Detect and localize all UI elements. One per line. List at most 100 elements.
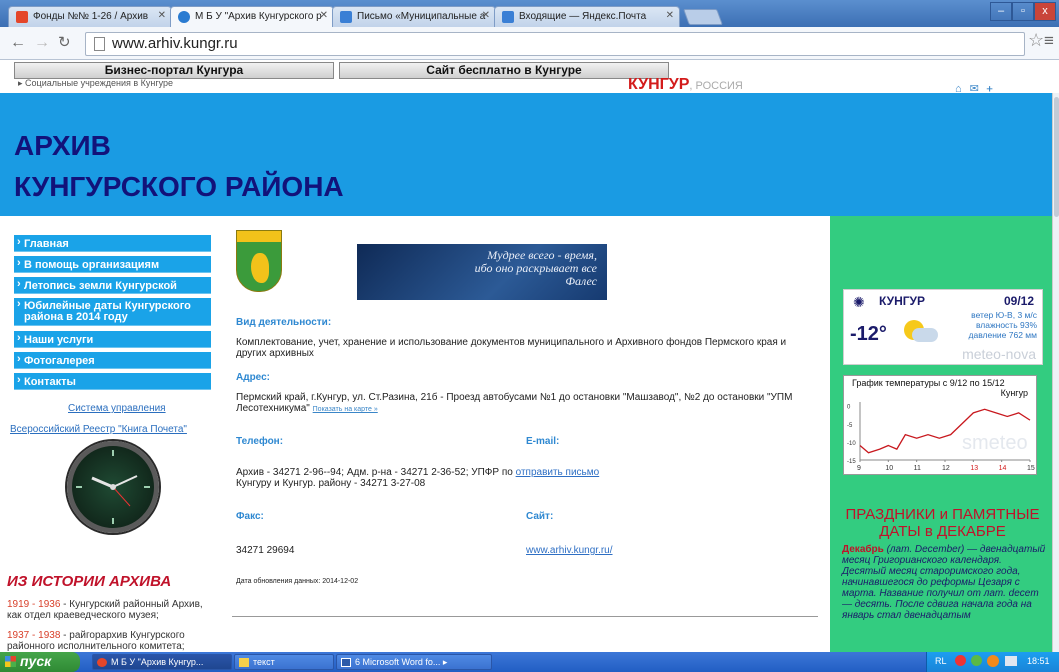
- site-label: Сайт:: [526, 511, 554, 522]
- site-link[interactable]: www.arhiv.kungr.ru/: [526, 545, 613, 556]
- tab-label: Входящие — Яндекс.Почта: [519, 11, 647, 22]
- fax-label: Факс:: [236, 511, 264, 522]
- temperature-graph[interactable]: График температуры с 9/12 по 15/12 Кунгу…: [843, 375, 1037, 475]
- site-title-line2: КУНГУРСКОГО РАЙОНА: [14, 171, 344, 202]
- fax-value: 34271 29694: [236, 545, 295, 556]
- task-label: 6 Microsoft Word fo...: [355, 657, 441, 667]
- task-folder[interactable]: текст: [234, 654, 334, 670]
- coat-of-arms-icon: [236, 230, 282, 292]
- address-label: Адрес:: [236, 372, 270, 383]
- task-label: М Б У "Архив Кунгур...: [111, 657, 204, 667]
- site-title-line1: АРХИВ: [14, 130, 111, 161]
- update-date: Дата обновления данных: 2014-12-02: [236, 578, 359, 585]
- graph-x-tick-label: 11: [914, 465, 921, 472]
- graph-y-tick-label: 0: [847, 405, 851, 411]
- breadcrumb[interactable]: ▸ Социальные учреждения в Кунгуре: [18, 78, 173, 89]
- graph-x-tick-label: 12: [942, 465, 950, 472]
- tab-label: Письмо «Муниципальные а: [357, 11, 486, 22]
- clock-time: 18:51: [1027, 656, 1050, 666]
- site-topbar: Бизнес-портал Кунгура Сайт бесплатно в К…: [0, 60, 1059, 95]
- monitor-icon[interactable]: [1005, 656, 1017, 666]
- nav-item-home[interactable]: Главная: [14, 235, 211, 252]
- back-arrow-icon[interactable]: ←: [10, 34, 26, 52]
- holidays-body: (лат. December) — двенадцатый месяц Григ…: [842, 544, 1046, 621]
- bookmark-star-icon[interactable]: ☆: [1028, 30, 1044, 51]
- tab-archive[interactable]: М Б У "Архив Кунгурского р ✕: [170, 6, 334, 28]
- holidays-title: ПРАЗДНИКИ и ПАМЯТНЫЕ ДАТЫ в ДЕКАБРЕ: [845, 506, 1040, 540]
- os-taskbar: пуск М Б У "Архив Кунгур... текст 6 Micr…: [0, 652, 1059, 672]
- word-icon: [341, 658, 351, 667]
- close-icon[interactable]: ✕: [158, 10, 166, 21]
- send-mail-link[interactable]: отправить письмо: [516, 467, 600, 478]
- weather-brand: meteo-nova: [962, 346, 1036, 362]
- nav-item-anniversaries[interactable]: Юбилейные даты Кунгурского района в 2014…: [14, 298, 211, 326]
- close-icon[interactable]: ✕: [320, 10, 328, 21]
- nav-item-services[interactable]: Наши услуги: [14, 331, 211, 348]
- tab-inbox[interactable]: Входящие — Яндекс.Почта ✕: [494, 6, 680, 27]
- menu-icon[interactable]: ≡: [1044, 31, 1054, 51]
- email-label: E-mail:: [526, 436, 560, 447]
- tab-favicon: [178, 11, 190, 23]
- close-icon[interactable]: ✕: [482, 10, 490, 21]
- task-word[interactable]: 6 Microsoft Word fo... ▸: [336, 654, 492, 670]
- reload-icon[interactable]: ↻: [58, 34, 71, 52]
- show-map-link[interactable]: Показать на карте »: [313, 406, 378, 413]
- weather-city: КУНГУР: [879, 294, 926, 308]
- network-icon[interactable]: [971, 655, 982, 666]
- task-label: текст: [253, 657, 275, 667]
- activity-label: Вид деятельности:: [236, 317, 332, 328]
- folder-icon: [239, 658, 249, 667]
- forward-arrow-icon[interactable]: →: [34, 34, 50, 52]
- mail-icon: [502, 11, 514, 23]
- graph-y-tick-label: -10: [847, 441, 856, 447]
- admin-link[interactable]: Система управления: [68, 403, 166, 414]
- nav-item-contacts[interactable]: Контакты: [14, 373, 211, 390]
- promo-free-site[interactable]: Сайт бесплатно в Кунгуре: [339, 62, 669, 79]
- clock-face-icon: [76, 450, 150, 524]
- history-title: ИЗ ИСТОРИИ АРХИВА: [7, 573, 172, 590]
- graph-y-tick-label: -15: [847, 459, 856, 465]
- tab-letter[interactable]: Письмо «Муниципальные а ✕: [332, 6, 496, 27]
- graph-x-tick-label: 15: [1027, 465, 1035, 472]
- tab-fondy[interactable]: Фонды №№ 1-26 / Архив ✕: [8, 6, 172, 27]
- url-text: www.arhiv.kungr.ru: [112, 35, 238, 52]
- address-block: Пермский край, г.Кунгур, ул. Ст.Разина, …: [236, 392, 816, 415]
- task-browser[interactable]: М Б У "Архив Кунгур...: [92, 654, 232, 670]
- quote-line: ибо оно раскрывает все: [474, 261, 597, 275]
- antivirus-icon[interactable]: [955, 655, 966, 666]
- phone-text: Архив - 34271 2-96--94; Адм. р-на - 3427…: [236, 467, 513, 478]
- close-window-button[interactable]: x: [1034, 2, 1056, 21]
- address-bar[interactable]: www.arhiv.kungr.ru: [85, 32, 1025, 56]
- update-icon[interactable]: [987, 655, 999, 667]
- graph-plot: smeteo 0 -5 -10 -159 10 11 12 13 14 15: [847, 402, 1035, 472]
- quote-author: Фалес: [565, 274, 597, 288]
- minimize-button[interactable]: –: [990, 2, 1012, 21]
- language-indicator[interactable]: RL: [935, 656, 947, 666]
- weather-temp: -12°: [850, 323, 887, 345]
- close-icon[interactable]: ✕: [666, 10, 674, 21]
- page-scrollbar[interactable]: [1052, 93, 1059, 652]
- graph-y-tick-label: -5: [847, 423, 853, 429]
- history-years: 1919 - 1936: [7, 599, 61, 610]
- weather-humidity: влажность 93%: [975, 320, 1037, 330]
- tab-label: М Б У "Архив Кунгурского р: [195, 11, 322, 22]
- brand-suffix: , РОССИЯ: [689, 80, 743, 92]
- start-button[interactable]: пуск: [0, 652, 80, 672]
- new-tab-button[interactable]: [683, 9, 723, 25]
- system-tray: RL 18:51: [926, 652, 1059, 672]
- activity-text: Комплектование, учет, хранение и использ…: [236, 337, 787, 359]
- maximize-button[interactable]: ▫: [1012, 2, 1034, 21]
- graph-watermark: smeteo: [962, 432, 1028, 454]
- promo-business-portal[interactable]: Бизнес-портал Кунгура: [14, 62, 334, 79]
- browser-tabstrip: Фонды №№ 1-26 / Архив ✕ М Б У "Архив Кун…: [0, 0, 1059, 28]
- weather-widget[interactable]: ✺ КУНГУР 09/12 -12° ветер Ю-В, 3 м/с вла…: [843, 289, 1043, 365]
- breadcrumb-label: Социальные учреждения в Кунгуре: [25, 78, 174, 88]
- graph-x-tick-label: 13: [970, 465, 978, 472]
- registry-link[interactable]: Всероссийский Реестр "Книга Почета": [10, 424, 187, 435]
- nav-item-chronicle[interactable]: Летопись земли Кунгурской: [14, 277, 211, 294]
- cloud-icon: [912, 328, 938, 342]
- brand-kungur[interactable]: КУНГУР, РОССИЯ: [628, 76, 743, 94]
- nav-item-organizations[interactable]: В помощь организациям: [14, 256, 211, 273]
- tab-favicon: [16, 11, 28, 23]
- nav-item-gallery[interactable]: Фотогалерея: [14, 352, 211, 369]
